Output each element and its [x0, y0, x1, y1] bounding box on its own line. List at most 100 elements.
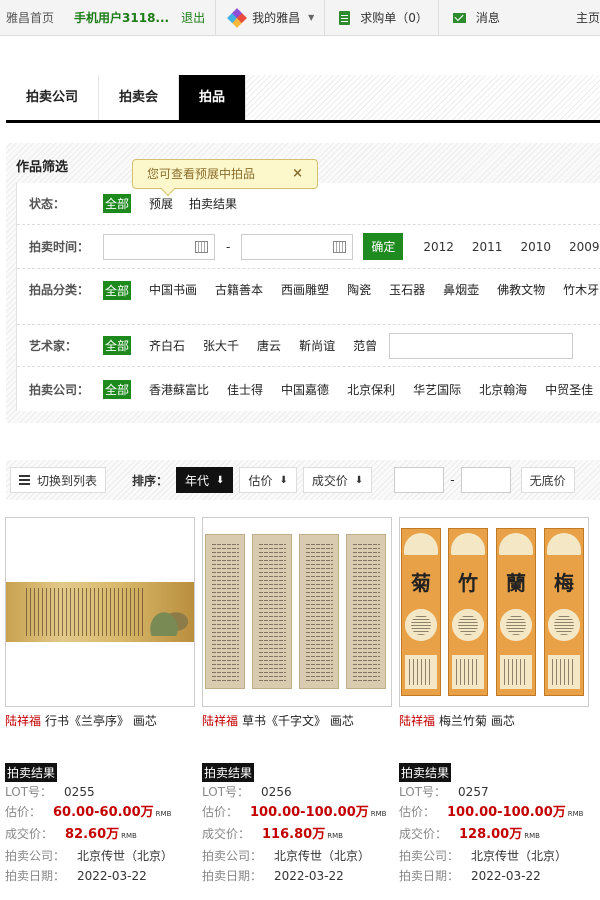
category-option-jade[interactable]: 玉石器: [389, 281, 425, 298]
my-artron-menu[interactable]: 我的雅昌 ▼: [215, 0, 324, 36]
artist-option-all[interactable]: 全部: [103, 336, 132, 355]
category-tabs: 拍卖公司 拍卖会 拍品: [6, 75, 600, 123]
home-link[interactable]: 雅昌首页: [0, 0, 64, 36]
tab-auction-companies[interactable]: 拍卖公司: [6, 75, 100, 120]
category-option-rare-books[interactable]: 古籍善本: [215, 281, 263, 298]
plum-panel-image: 梅: [544, 528, 584, 696]
company-option-3[interactable]: 中国嘉德: [281, 381, 329, 398]
lot-image[interactable]: 菊 竹 蘭 梅: [399, 517, 589, 707]
lot-image[interactable]: [202, 517, 392, 707]
end-date-input[interactable]: [241, 233, 354, 260]
calligraphy-panel-image: [346, 534, 386, 689]
lot-artist[interactable]: 陆祥福: [399, 714, 435, 728]
arrow-down-icon: ⬇: [279, 474, 288, 486]
lot-artist[interactable]: 陆祥福: [5, 714, 41, 728]
sort-by-era-button[interactable]: 年代 ⬇: [176, 467, 234, 493]
status-option-results[interactable]: 拍卖结果: [189, 195, 237, 212]
company-option-5[interactable]: 华艺国际: [413, 381, 461, 398]
artist-search-input[interactable]: [389, 332, 574, 359]
lot-title[interactable]: 陆祥福 梅兰竹菊 画芯: [399, 712, 589, 729]
category-option-all[interactable]: 全部: [103, 281, 132, 300]
lot-card[interactable]: 陆祥福 草书《千字文》 画芯 拍卖结果 LOT号： 0256 估价： 100.00-1…: [202, 517, 392, 886]
status-option-preview[interactable]: 预展: [149, 195, 173, 212]
year-2010[interactable]: 2010: [520, 240, 551, 254]
company-line: 拍卖公司： 北京传世（北京）: [5, 849, 174, 863]
no-reserve-button[interactable]: 无底价: [520, 467, 575, 493]
lot-title[interactable]: 陆祥福 草书《千字文》 画芯: [202, 712, 392, 729]
company-option-7[interactable]: 中贸圣佳: [545, 381, 593, 398]
lot-artist[interactable]: 陆祥福: [202, 714, 238, 728]
category-option-western-art[interactable]: 西画雕塑: [281, 281, 329, 298]
lot-number-line: LOT号： 0255: [5, 785, 95, 799]
my-artron-label: 我的雅昌: [252, 11, 301, 25]
tooltip-text: 您可查看预展中拍品: [147, 167, 256, 181]
artist-option-5[interactable]: 范曾: [353, 337, 377, 354]
company-option-1[interactable]: 香港蘇富比: [149, 381, 209, 398]
calligraphy-panel-image: [252, 534, 292, 689]
start-date-input[interactable]: [103, 233, 215, 260]
estimate-line: 估价： 100.00-100.00万 RMB: [202, 805, 387, 820]
switch-to-list-button[interactable]: 切换到列表: [10, 467, 107, 493]
company-option-6[interactable]: 北京翰海: [479, 381, 527, 398]
calligraphy-panel-image: [205, 534, 245, 689]
switch-to-list-label: 切换到列表: [37, 473, 98, 488]
lot-title[interactable]: 陆祥福 行书《兰亭序》 画芯: [5, 712, 195, 729]
sort-by-estimate-button[interactable]: 估价 ⬇: [239, 467, 297, 493]
year-2011[interactable]: 2011: [472, 240, 503, 254]
artist-option-2[interactable]: 张大千: [203, 337, 239, 354]
company-option-4[interactable]: 北京保利: [347, 381, 395, 398]
status-badge: 拍卖结果: [5, 763, 58, 782]
orchid-panel-image: 蘭: [496, 528, 536, 696]
arrow-down-icon: ⬇: [216, 474, 225, 486]
lot-card[interactable]: 菊 竹 蘭 梅 陆祥福 梅兰竹菊 画芯 拍卖结果 LOT号： 0257 估价： 100…: [399, 517, 589, 886]
homepage-link[interactable]: 主页: [566, 0, 600, 36]
time-row: 拍卖时间： - 确定 2012 2011 2010 2009: [17, 225, 600, 269]
category-option-buddhist[interactable]: 佛教文物: [497, 281, 545, 298]
status-option-all[interactable]: 全部: [103, 194, 132, 213]
date-dash: -: [226, 239, 231, 254]
username-link[interactable]: 手机用户3118...: [74, 9, 169, 26]
sort-by-price-button[interactable]: 成交价 ⬇: [302, 467, 373, 493]
price-min-input[interactable]: [394, 467, 445, 493]
close-icon[interactable]: ×: [292, 160, 303, 188]
estimate-line: 估价： 100.00-100.00万 RMB: [399, 805, 584, 820]
company-option-all[interactable]: 全部: [103, 379, 132, 399]
status-badge: 拍卖结果: [399, 763, 452, 782]
category-option-snuff-bottles[interactable]: 鼻烟壶: [443, 281, 479, 298]
logout-link[interactable]: 退出: [181, 9, 205, 26]
calligraphy-scroll-image: [6, 582, 194, 642]
company-row: 拍卖公司： 全部 香港蘇富比 佳士得 中国嘉德 北京保利 华艺国际 北京翰海 中…: [17, 367, 600, 411]
estimate-line: 估价： 60.00-60.00万 RMB: [5, 805, 172, 820]
hammer-price-line: 成交价： 116.80万 RMB: [202, 827, 343, 842]
lot-card[interactable]: 陆祥福 行书《兰亭序》 画芯 拍卖结果 LOT号： 0255 估价： 60.00-60…: [5, 517, 195, 886]
price-max-input[interactable]: [460, 467, 511, 493]
calendar-icon[interactable]: [195, 240, 208, 253]
messages-link[interactable]: 消息: [437, 0, 510, 36]
tab-auction-sessions[interactable]: 拍卖会: [99, 75, 180, 120]
lot-image[interactable]: [5, 517, 195, 707]
artist-option-1[interactable]: 齐白石: [149, 337, 185, 354]
category-option-bamboo[interactable]: 竹木牙: [563, 281, 599, 298]
category-option-ceramics[interactable]: 陶瓷: [347, 281, 371, 298]
document-icon: [339, 10, 351, 25]
no-reserve-label: 无底价: [529, 473, 566, 488]
top-bar: 雅昌首页 手机用户3118... 退出 我的雅昌 ▼ 求购单（0） 消息 主页: [0, 0, 600, 36]
cart-link[interactable]: 求购单（0）: [324, 0, 438, 36]
date-line: 拍卖日期： 2022-03-22: [202, 869, 344, 883]
category-option-painting[interactable]: 中国书画: [149, 281, 197, 298]
bamboo-panel-image: 竹: [448, 528, 488, 696]
year-2012[interactable]: 2012: [423, 240, 454, 254]
calligraphy-panel-image: [299, 534, 339, 689]
artist-option-4[interactable]: 靳尚谊: [299, 337, 335, 354]
lot-title-text: 梅兰竹菊 画芯: [439, 714, 515, 728]
tab-lots[interactable]: 拍品: [179, 75, 247, 120]
confirm-button[interactable]: 确定: [363, 233, 404, 260]
company-option-2[interactable]: 佳士得: [227, 381, 263, 398]
artist-option-3[interactable]: 唐云: [257, 337, 281, 354]
mail-icon: [452, 12, 466, 23]
status-label: 状态：: [29, 197, 66, 211]
calendar-icon[interactable]: [333, 240, 347, 253]
filter-title: 作品筛选: [16, 160, 69, 175]
filter-box: 状态： 全部 预展 拍卖结果 拍卖时间： - 确定 2012 2011 2010…: [16, 183, 600, 411]
year-2009[interactable]: 2009: [569, 240, 600, 254]
